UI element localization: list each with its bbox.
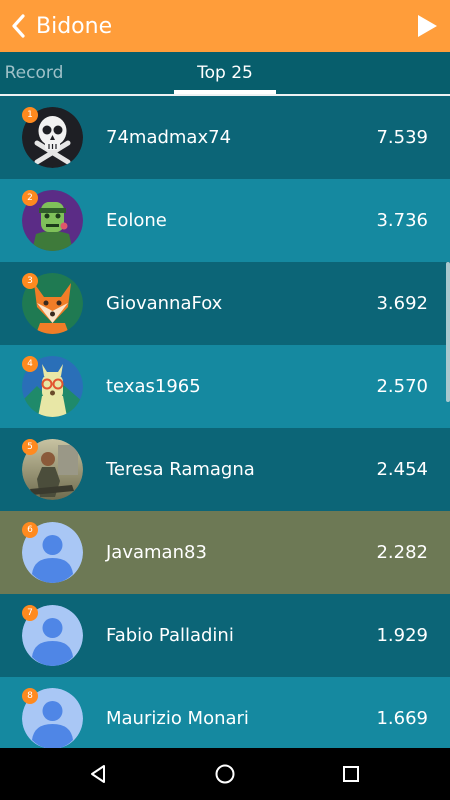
player-name: 74madmax74 (106, 127, 232, 148)
leaderboard-row-current-user[interactable]: 6 Javaman83 2.282 (0, 511, 450, 594)
player-name: Eolone (106, 210, 167, 231)
rank-badge: 8 (22, 688, 38, 704)
rank-badge: 7 (22, 605, 38, 621)
player-name: Teresa Ramagna (106, 459, 255, 480)
back-triangle-icon[interactable] (84, 760, 112, 788)
player-score: 2.570 (376, 376, 428, 397)
leaderboard-row[interactable]: 1 74madmax74 7.539 (0, 96, 450, 179)
rank-badge: 2 (22, 190, 38, 206)
player-name: Fabio Palladini (106, 625, 234, 646)
leaderboard-row[interactable]: 7 Fabio Palladini 1.929 (0, 594, 450, 677)
rank-badge: 6 (22, 522, 38, 538)
recents-square-icon[interactable] (337, 760, 365, 788)
player-score: 1.929 (376, 625, 428, 646)
rank-badge: 4 (22, 356, 38, 372)
player-score: 1.669 (376, 708, 428, 729)
rank-badge: 5 (22, 439, 38, 455)
leaderboard-row[interactable]: 4 texas1965 2.570 (0, 345, 450, 428)
app-title: Bidone (36, 13, 113, 39)
chevron-left-icon[interactable] (2, 0, 36, 52)
player-score: 3.736 (376, 210, 428, 231)
scrollbar[interactable] (446, 96, 450, 748)
tab-bar: Record Top 25 (0, 52, 450, 96)
player-score: 2.282 (376, 542, 428, 563)
tab-record[interactable]: Record (0, 52, 68, 94)
player-score: 7.539 (376, 127, 428, 148)
player-score: 3.692 (376, 293, 428, 314)
system-nav-bar (0, 748, 450, 800)
player-name: GiovannaFox (106, 293, 223, 314)
home-circle-icon[interactable] (211, 760, 239, 788)
tab-top-25[interactable]: Top 25 (174, 52, 276, 94)
player-name: Maurizio Monari (106, 708, 249, 729)
rank-badge: 1 (22, 107, 38, 123)
player-name: texas1965 (106, 376, 201, 397)
scrollbar-thumb[interactable] (446, 262, 450, 402)
app-header: Bidone (0, 0, 450, 52)
leaderboard-list[interactable]: 1 74madmax74 7.539 2 Eolone 3.736 3 Giov… (0, 96, 450, 748)
rank-badge: 3 (22, 273, 38, 289)
leaderboard-row[interactable]: 3 GiovannaFox 3.692 (0, 262, 450, 345)
leaderboard-row[interactable]: 8 Maurizio Monari 1.669 (0, 677, 450, 748)
selected-tab-indicator (174, 90, 276, 94)
play-icon[interactable] (410, 9, 444, 43)
leaderboard-row[interactable]: 5 Teresa Ramagna 2.454 (0, 428, 450, 511)
player-name: Javaman83 (106, 542, 207, 563)
leaderboard-row[interactable]: 2 Eolone 3.736 (0, 179, 450, 262)
player-score: 2.454 (376, 459, 428, 480)
